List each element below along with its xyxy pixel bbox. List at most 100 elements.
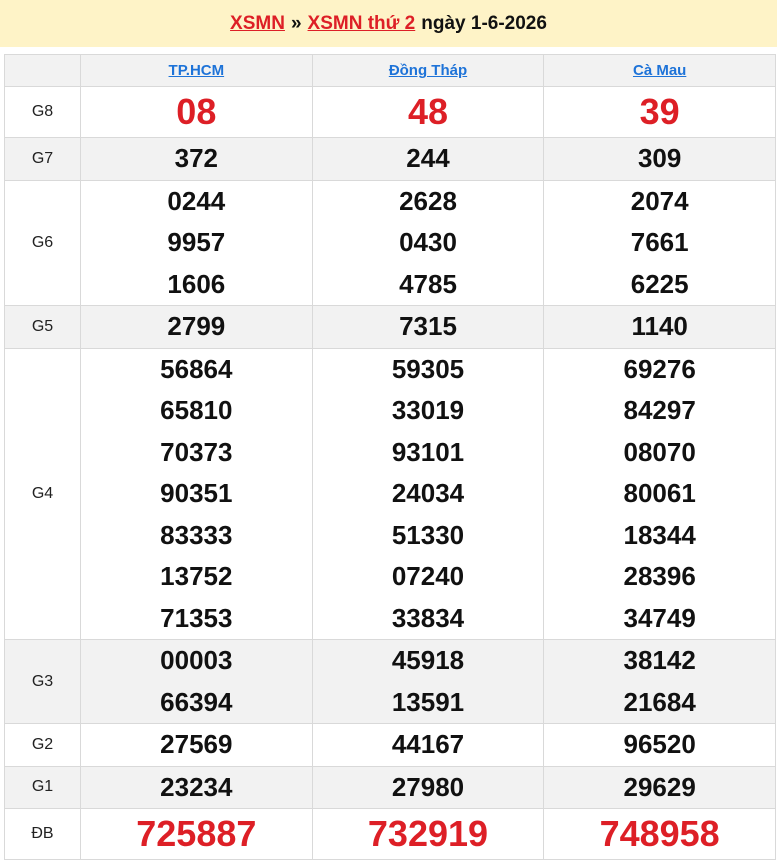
prize-cell: 732919 [311, 808, 545, 860]
prize-number: 23234 [160, 771, 233, 802]
draw-date: ngày 1-6-2026 [421, 12, 547, 34]
province-header: TP.HCM [80, 54, 313, 87]
prize-row: G3 00003 66394 45918 13591 38142 21684 [4, 639, 776, 724]
prize-row: G2 27569 44167 96520 [4, 723, 776, 767]
prize-label: G5 [4, 305, 81, 349]
province-header: Đồng Tháp [311, 54, 545, 87]
prize-label: G3 [4, 639, 81, 724]
prize-number: 2628 [399, 185, 457, 216]
province-header-row: TP.HCM Đồng Tháp Cà Mau [4, 54, 776, 87]
province-link-dong-thap[interactable]: Đồng Tháp [389, 62, 467, 79]
prize-row: G1 23234 27980 29629 [4, 765, 776, 809]
prize-number: 69276 [623, 353, 696, 384]
prize-number: 7315 [399, 311, 457, 341]
prize-cell: 309 [543, 137, 776, 181]
prize-number: 39 [639, 91, 680, 132]
prize-label: G6 [4, 179, 81, 306]
prize-number: 27980 [391, 771, 465, 802]
prize-cell: 372 [80, 137, 313, 181]
prize-cell: 08 [80, 86, 313, 138]
prize-number: 56864 [160, 353, 233, 384]
prize-number: 24034 [391, 478, 465, 508]
prize-number: 33019 [391, 395, 465, 425]
prize-number: 244 [406, 143, 450, 173]
prize-number: 93101 [391, 436, 465, 467]
prize-number: 70373 [160, 436, 233, 467]
xsmn-thu2-link[interactable]: XSMN thứ 2 [308, 13, 416, 35]
prize-number: 748958 [599, 813, 720, 854]
prize-cell: 59305 33019 93101 24034 51330 07240 33834 [311, 347, 545, 640]
province-link-ca-mau[interactable]: Cà Mau [633, 62, 686, 79]
province-header: Cà Mau [543, 54, 776, 87]
prize-cell: 69276 84297 08070 80061 18344 28396 34749 [543, 347, 776, 640]
prize-number: 96520 [623, 729, 696, 759]
prize-number: 00003 [160, 645, 233, 675]
prize-cell: 23234 [80, 765, 313, 809]
prize-number: 59305 [391, 353, 465, 384]
prize-number: 18344 [623, 519, 696, 550]
prize-cell: 48 [311, 86, 545, 138]
prize-number: 08070 [623, 436, 696, 467]
prize-number: 80061 [623, 478, 696, 508]
prize-number: 33834 [391, 602, 465, 633]
prize-number: 4785 [399, 268, 457, 299]
prize-label: G2 [4, 723, 81, 767]
prize-cell: 748958 [543, 808, 776, 860]
prize-number: 21684 [623, 686, 696, 717]
prize-number: 1140 [631, 311, 688, 341]
prize-cell: 00003 66394 [80, 639, 313, 724]
prize-number: 1606 [167, 268, 226, 299]
prize-number: 6225 [630, 268, 689, 299]
prize-number: 65810 [160, 395, 233, 425]
results-table: TP.HCM Đồng Tháp Cà Mau G8 08 48 39 G7 372 244… [4, 54, 776, 860]
prize-number: 48 [407, 91, 448, 132]
prize-number: 45918 [391, 645, 465, 675]
province-link-tphcm[interactable]: TP.HCM [169, 62, 225, 79]
prize-number: 34749 [623, 602, 696, 633]
prize-cell: 2628 0430 4785 [311, 179, 545, 306]
prize-number: 13591 [391, 686, 465, 717]
prize-number: 372 [174, 143, 219, 173]
prize-cell: 7315 [311, 305, 545, 349]
prize-cell: 45918 13591 [311, 639, 545, 724]
prize-cell: 39 [543, 86, 776, 138]
prize-cell: 2074 7661 6225 [543, 179, 776, 306]
prize-row: G6 0244 9957 1606 2628 0430 4785 2074 7661 6225 [4, 179, 776, 306]
prize-cell: 96520 [543, 723, 776, 767]
prize-row: G5 2799 7315 1140 [4, 305, 776, 349]
prize-row: ĐB 725887 732919 748958 [4, 808, 776, 860]
prize-number: 51330 [391, 519, 465, 550]
prize-row: G4 56864 65810 70373 90351 83333 13752 71353 593… [4, 347, 776, 640]
prize-number: 29629 [623, 771, 696, 802]
prize-number: 725887 [136, 813, 257, 854]
prize-label: G4 [4, 347, 81, 640]
prize-number: 83333 [160, 519, 233, 550]
prize-number: 44167 [391, 729, 465, 759]
breadcrumb-separator: » [290, 12, 302, 34]
prize-cell: 725887 [80, 808, 313, 860]
page-header: XSMN » XSMN thứ 2 ngày 1-6-2026 [0, 0, 777, 47]
prize-number: 13752 [160, 561, 233, 591]
prize-cell: 29629 [543, 765, 776, 809]
prize-label: G8 [4, 86, 81, 138]
prize-number: 66394 [160, 686, 233, 717]
prize-number: 27569 [160, 729, 233, 759]
prize-number: 2799 [167, 311, 226, 341]
xsmn-link[interactable]: XSMN [230, 13, 285, 35]
prize-cell: 2799 [80, 305, 313, 349]
prize-number: 2074 [630, 185, 689, 216]
prize-number: 71353 [160, 602, 233, 633]
prize-label: G1 [4, 765, 81, 809]
prize-cell: 1140 [543, 305, 776, 349]
prize-row: G8 08 48 39 [4, 86, 776, 138]
prize-cell: 38142 21684 [543, 639, 776, 724]
prize-number: 07240 [391, 561, 465, 591]
prize-number: 84297 [623, 395, 696, 425]
prize-cell: 244 [311, 137, 545, 181]
prize-label: ĐB [4, 808, 81, 860]
prize-number: 7661 [630, 227, 689, 257]
prize-cell: 27569 [80, 723, 313, 767]
prize-number: 38142 [623, 645, 696, 675]
prize-number: 28396 [623, 561, 696, 591]
header-corner [4, 54, 81, 87]
